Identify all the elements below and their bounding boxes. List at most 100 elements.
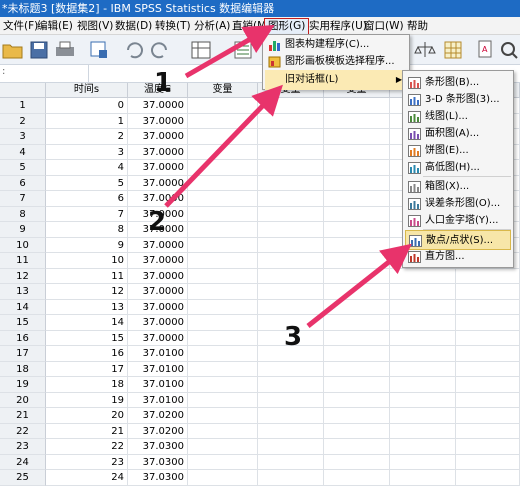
row-number[interactable]: 10 [0,237,46,253]
cell-empty[interactable] [456,346,520,362]
cell-time[interactable]: 4 [46,160,128,176]
cell-empty[interactable] [324,191,390,207]
cell-temp[interactable]: 37.0000 [128,315,188,331]
cell-empty[interactable] [258,222,324,238]
cell-empty[interactable] [188,361,258,377]
population-pyramid-item[interactable]: 人口金字塔(Y)... [405,211,511,231]
cell-temp[interactable]: 37.0000 [128,175,188,191]
cell-value-input[interactable] [88,65,261,82]
cell-empty[interactable] [456,284,520,300]
row-number[interactable]: 8 [0,206,46,222]
cell-empty[interactable] [456,470,520,486]
cell-empty[interactable] [390,284,456,300]
row-number[interactable]: 9 [0,222,46,238]
menu-data[interactable]: 数据(D) [112,18,155,34]
cell-time[interactable]: 3 [46,144,128,160]
cell-empty[interactable] [188,315,258,331]
cell-temp[interactable]: 37.0100 [128,346,188,362]
cell-empty[interactable] [324,315,390,331]
cell-empty[interactable] [188,284,258,300]
cell-empty[interactable] [188,98,258,114]
value-labels-icon[interactable]: A [474,39,496,61]
cell-empty[interactable] [456,454,520,470]
cell-empty[interactable] [390,439,456,455]
cell-empty[interactable] [456,392,520,408]
cell-empty[interactable] [456,268,520,284]
row-number[interactable]: 4 [0,144,46,160]
cell-time[interactable]: 23 [46,454,128,470]
cell-empty[interactable] [258,423,324,439]
row-number[interactable]: 11 [0,253,46,269]
cell-temp[interactable]: 37.0100 [128,392,188,408]
row-number[interactable]: 2 [0,113,46,129]
cell-temp[interactable]: 37.0000 [128,191,188,207]
row-number[interactable]: 25 [0,470,46,486]
cell-empty[interactable] [188,129,258,145]
cell-empty[interactable] [258,129,324,145]
cell-empty[interactable] [324,206,390,222]
cell-empty[interactable] [456,377,520,393]
cell-temp[interactable]: 37.0000 [128,237,188,253]
cell-empty[interactable] [390,408,456,424]
cell-empty[interactable] [324,98,390,114]
cell-empty[interactable] [188,377,258,393]
cell-empty[interactable] [188,222,258,238]
column-header-time[interactable]: 时间s [46,83,128,98]
cell-time[interactable]: 17 [46,361,128,377]
row-number[interactable]: 16 [0,330,46,346]
cell-empty[interactable] [390,346,456,362]
column-header-var[interactable]: 变量 [188,83,258,98]
cell-empty[interactable] [188,237,258,253]
cell-temp[interactable]: 37.0300 [128,454,188,470]
cell-time[interactable]: 9 [46,237,128,253]
cell-empty[interactable] [456,423,520,439]
goto-case-icon[interactable] [190,39,212,61]
row-number[interactable]: 5 [0,160,46,176]
cell-empty[interactable] [324,454,390,470]
cell-time[interactable]: 12 [46,284,128,300]
cell-time[interactable]: 21 [46,423,128,439]
cell-temp[interactable]: 37.0000 [128,299,188,315]
cell-temp[interactable]: 37.0000 [128,268,188,284]
cell-time[interactable]: 18 [46,377,128,393]
cell-temp[interactable]: 37.0200 [128,408,188,424]
cell-time[interactable]: 14 [46,315,128,331]
row-number[interactable]: 19 [0,377,46,393]
print-icon[interactable] [54,39,76,61]
cell-empty[interactable] [188,408,258,424]
cell-empty[interactable] [258,113,324,129]
cell-empty[interactable] [390,315,456,331]
cell-empty[interactable] [188,175,258,191]
cell-temp[interactable]: 37.0300 [128,439,188,455]
cell-empty[interactable] [324,175,390,191]
cell-empty[interactable] [456,330,520,346]
cell-empty[interactable] [456,299,520,315]
cell-empty[interactable] [324,439,390,455]
cell-empty[interactable] [258,361,324,377]
cell-empty[interactable] [324,470,390,486]
cell-empty[interactable] [324,423,390,439]
cell-time[interactable]: 1 [46,113,128,129]
cell-temp[interactable]: 37.0000 [128,160,188,176]
cell-empty[interactable] [390,392,456,408]
cell-temp[interactable]: 37.0000 [128,253,188,269]
cell-empty[interactable] [324,113,390,129]
cell-empty[interactable] [258,408,324,424]
cell-temp[interactable]: 37.0000 [128,113,188,129]
cell-empty[interactable] [324,284,390,300]
cell-empty[interactable] [258,454,324,470]
cell-time[interactable]: 22 [46,439,128,455]
cell-empty[interactable] [390,299,456,315]
cell-empty[interactable] [258,377,324,393]
cell-empty[interactable] [188,191,258,207]
cell-empty[interactable] [390,361,456,377]
cell-empty[interactable] [258,206,324,222]
cell-empty[interactable] [258,98,324,114]
high-low-item[interactable]: 高低图(H)... [405,158,511,178]
cell-empty[interactable] [324,237,390,253]
cell-time[interactable]: 11 [46,268,128,284]
row-number[interactable]: 21 [0,408,46,424]
cell-empty[interactable] [324,392,390,408]
row-number[interactable]: 3 [0,129,46,145]
cell-empty[interactable] [188,454,258,470]
